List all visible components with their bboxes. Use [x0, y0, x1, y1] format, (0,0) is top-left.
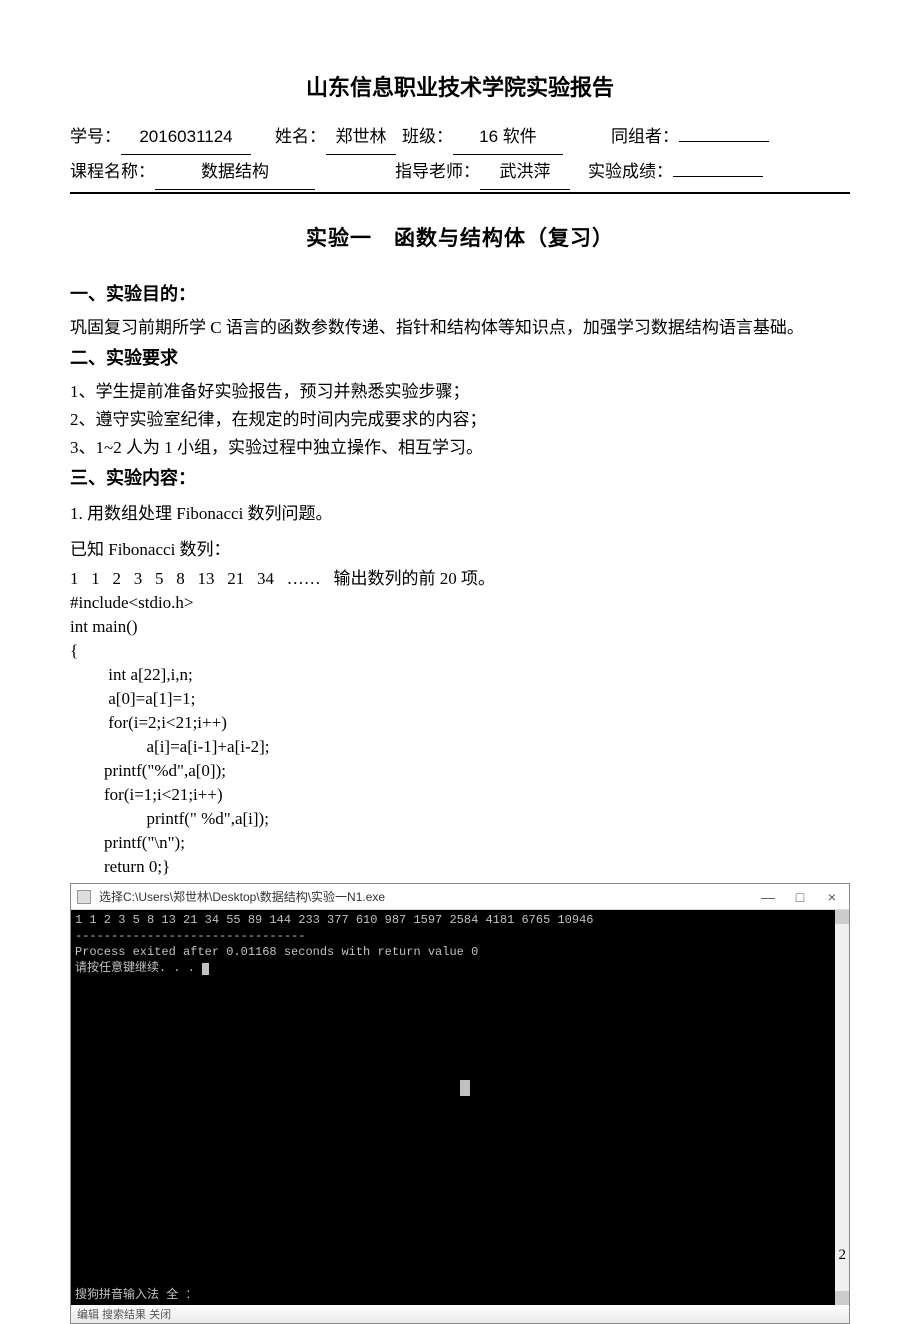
console-line-3: Process exited after 0.01168 seconds wit…	[75, 945, 478, 959]
report-title: 山东信息职业技术学院实验报告	[70, 70, 850, 102]
partner-label: 同组者：	[611, 120, 679, 154]
console-app-icon	[77, 890, 91, 904]
console-title-text: 选择C:\Users\郑世林\Desktop\数据结构\实验一N1.exe	[99, 888, 761, 905]
student-id-label: 学号：	[70, 120, 121, 154]
code-block: #include<stdio.h> int main() { int a[22]…	[70, 591, 850, 879]
sec3-q1: 1. 用数组处理 Fibonacci 数列问题。	[70, 500, 850, 528]
close-button[interactable]: ×	[825, 889, 839, 905]
teacher-value: 武洪萍	[480, 155, 570, 190]
name-value: 郑世林	[326, 120, 396, 155]
console-window: 选择C:\Users\郑世林\Desktop\数据结构\实验一N1.exe — …	[70, 883, 850, 1324]
section-2-heading: 二、实验要求	[70, 344, 850, 370]
sec2-l2: 2、遵守实验室纪律，在规定的时间内完成要求的内容；	[70, 406, 850, 434]
class-value: 16 软件	[453, 120, 563, 155]
course-value: 数据结构	[155, 155, 315, 190]
page-number: 2	[839, 1247, 847, 1264]
name-label: 姓名：	[275, 120, 326, 154]
teacher-label: 指导老师：	[395, 155, 480, 189]
section-1-heading: 一、实验目的：	[70, 280, 850, 306]
console-output[interactable]: 1 1 2 3 5 8 13 21 34 55 89 144 233 377 6…	[71, 910, 849, 1305]
header-row-1: 学号： 2016031124 姓名： 郑世林 班级： 16 软件 同组者：	[70, 120, 850, 155]
ime-status: 搜狗拼音输入法 全 ：	[75, 1287, 197, 1303]
header-divider	[70, 192, 850, 194]
section-1-p1: 巩固复习前期所学 C 语言的函数参数传递、指针和结构体等知识点，加强学习数据结构…	[70, 314, 850, 342]
vertical-scrollbar[interactable]	[835, 910, 849, 1305]
fibonacci-sequence-line: 1 1 2 3 5 8 13 21 34 …… 输出数列的前 20 项。	[70, 564, 850, 589]
course-label: 课程名称：	[70, 155, 155, 189]
cursor-icon	[202, 963, 209, 975]
scrollbar-up-icon[interactable]	[835, 910, 849, 924]
score-value	[673, 176, 763, 177]
console-line-4: 请按任意键继续. . .	[75, 961, 202, 975]
text-caret-icon	[460, 1080, 470, 1096]
partner-value	[679, 141, 769, 142]
scrollbar-down-icon[interactable]	[835, 1291, 849, 1305]
console-titlebar[interactable]: 选择C:\Users\郑世林\Desktop\数据结构\实验一N1.exe — …	[71, 884, 849, 910]
sec2-l3: 3、1~2 人为 1 小组，实验过程中独立操作、相互学习。	[70, 434, 850, 462]
header-row-2: 课程名称： 数据结构 指导老师： 武洪萍 实验成绩：	[70, 155, 850, 190]
section-3-heading: 三、实验内容：	[70, 464, 850, 490]
sec3-q2: 已知 Fibonacci 数列：	[70, 536, 850, 564]
console-line-1: 1 1 2 3 5 8 13 21 34 55 89 144 233 377 6…	[75, 913, 593, 927]
experiment-title: 实验一 函数与结构体（复习）	[70, 222, 850, 252]
maximize-button[interactable]: □	[793, 889, 807, 905]
sec2-l1: 1、学生提前准备好实验报告，预习并熟悉实验步骤；	[70, 378, 850, 406]
student-id-value: 2016031124	[121, 120, 251, 155]
editor-toolbar-fragment: 编辑 搜索结果 关闭	[71, 1305, 849, 1323]
class-label: 班级：	[402, 120, 453, 154]
console-line-2: --------------------------------	[75, 929, 305, 943]
score-label: 实验成绩：	[588, 155, 673, 189]
minimize-button[interactable]: —	[761, 889, 775, 905]
